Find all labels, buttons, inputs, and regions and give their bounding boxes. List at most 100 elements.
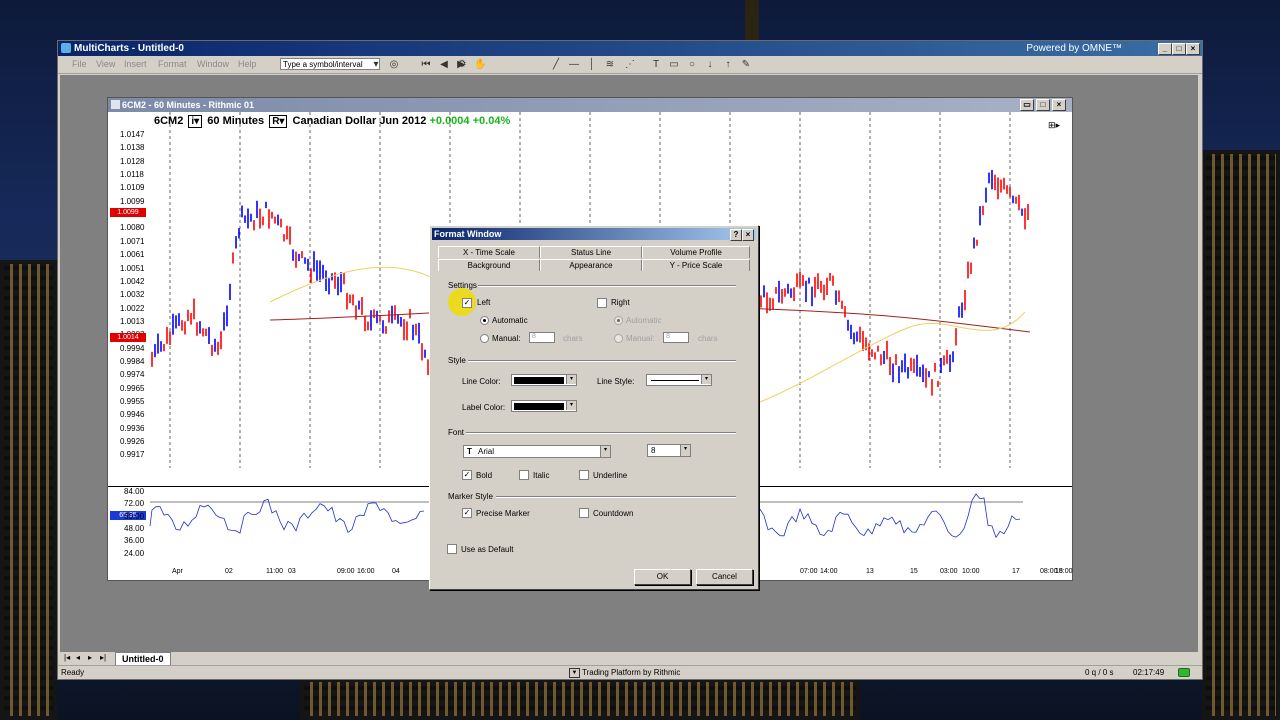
tab-nav-last-icon[interactable]: ▸|: [100, 653, 106, 662]
italic-checkbox[interactable]: [519, 470, 529, 480]
cancel-button[interactable]: Cancel: [696, 569, 753, 585]
time-tick-label: 02: [225, 568, 233, 575]
maximize-button[interactable]: □: [1172, 43, 1186, 55]
price-marker-top: 1.0099: [110, 208, 146, 217]
menu-view[interactable]: View: [96, 59, 115, 69]
tab-nav-next-icon[interactable]: ▸: [88, 653, 92, 662]
right-chars-input[interactable]: 8: [663, 332, 689, 343]
ok-button[interactable]: OK: [634, 569, 691, 585]
dialog-help-button[interactable]: ?: [730, 229, 742, 241]
style-separator: [468, 360, 736, 362]
time-tick-label: 13: [866, 568, 874, 575]
background-building: [0, 260, 57, 720]
price-tick-label: 0.9994: [120, 343, 145, 353]
line-color-select[interactable]: ▾: [511, 374, 577, 386]
background-building: [300, 678, 860, 720]
chart-restore-button[interactable]: ▭: [1020, 99, 1034, 111]
price-tick-label: 1.0032: [120, 290, 145, 300]
symbol-dropdown-icon[interactable]: ▾: [370, 59, 382, 71]
time-tick-label: 07:00: [800, 568, 818, 575]
label-color-label: Label Color:: [462, 403, 506, 412]
rectangle-icon[interactable]: ▭: [668, 59, 680, 71]
camera-icon[interactable]: ⚙: [456, 59, 468, 71]
left-checkbox[interactable]: ✓: [462, 298, 472, 308]
vertical-line-icon[interactable]: │: [586, 59, 598, 71]
price-tick-label: 1.0022: [120, 303, 145, 313]
tab-x-time-scale[interactable]: X - Time Scale: [438, 246, 540, 258]
hand-icon[interactable]: ✋: [474, 59, 486, 71]
left-automatic-radio[interactable]: [480, 316, 489, 325]
right-automatic-radio[interactable]: [614, 316, 623, 325]
rewind-icon[interactable]: ⏮: [420, 59, 432, 71]
price-tick-label: 1.0042: [120, 276, 145, 286]
use-as-default-checkbox[interactable]: [447, 544, 457, 554]
line-style-select[interactable]: ▾: [646, 374, 712, 386]
font-section-label: Font: [448, 428, 465, 437]
chart-maximize-button[interactable]: □: [1036, 99, 1050, 111]
precise-marker-checkbox[interactable]: ✓: [462, 508, 472, 518]
price-tick-label: 1.0128: [120, 156, 145, 166]
tab-status-line[interactable]: Status Line: [540, 246, 642, 258]
window-title: MultiCharts - Untitled-0: [74, 43, 184, 54]
left-chars-input[interactable]: 8: [529, 332, 555, 343]
style-section-label: Style: [448, 356, 466, 365]
time-tick-label: 09:00: [337, 568, 355, 575]
tab-nav-first-icon[interactable]: |◂: [64, 653, 70, 662]
chart-icon: [111, 100, 120, 109]
fibonacci-icon[interactable]: ≋: [604, 59, 616, 71]
tab-y-price-scale[interactable]: Y - Price Scale: [642, 259, 750, 271]
text-icon[interactable]: T: [650, 59, 662, 71]
font-size-select[interactable]: 8 ▾: [647, 444, 691, 457]
left-label: Left: [477, 298, 491, 307]
globe-icon[interactable]: ◎: [388, 59, 400, 71]
menu-file[interactable]: File: [72, 59, 87, 69]
dialog-close-button[interactable]: ×: [742, 229, 754, 241]
font-name-select[interactable]: T Arial ▾: [463, 445, 611, 458]
right-manual-radio[interactable]: [614, 334, 623, 343]
tab-volume-profile[interactable]: Volume Profile: [642, 246, 750, 258]
tab-background[interactable]: Background: [438, 259, 540, 271]
paint-icon[interactable]: ✎: [740, 59, 752, 71]
countdown-checkbox[interactable]: [579, 508, 589, 518]
menu-toolbar: File View Insert Format Window Help Type…: [58, 57, 1202, 74]
background-building: [1202, 150, 1280, 720]
chevron-down-icon: ▾: [600, 446, 610, 457]
price-tick-label: 1.0071: [120, 236, 145, 246]
bold-checkbox[interactable]: ✓: [462, 470, 472, 480]
workspace-tab[interactable]: Untitled-0: [115, 652, 171, 666]
tab-appearance[interactable]: Appearance: [540, 259, 642, 271]
minimize-button[interactable]: _: [1158, 43, 1172, 55]
left-manual-radio[interactable]: [480, 334, 489, 343]
ellipse-icon[interactable]: ○: [686, 59, 698, 71]
label-color-select[interactable]: ▾: [511, 400, 577, 412]
price-tick-label: 0.9946: [120, 410, 145, 420]
time-tick-label: 10:00: [962, 568, 980, 575]
menu-help[interactable]: Help: [238, 59, 257, 69]
left-chars-label: chars: [563, 334, 583, 343]
bold-label: Bold: [476, 471, 493, 480]
menu-insert[interactable]: Insert: [124, 59, 147, 69]
trendline-icon[interactable]: ╱: [550, 59, 562, 71]
gann-icon[interactable]: ⋰: [624, 59, 636, 71]
close-button[interactable]: ×: [1186, 43, 1200, 55]
right-manual-label: Manual:: [626, 334, 655, 343]
horizontal-line-icon[interactable]: ―: [568, 59, 580, 71]
symbol-input[interactable]: Type a symbol/interval: [280, 58, 380, 70]
tab-nav-prev-icon[interactable]: ◂: [76, 653, 80, 662]
price-tick-label: 1.0080: [120, 223, 145, 233]
price-tick-label: 1.0099: [120, 196, 145, 206]
menu-window[interactable]: Window: [197, 59, 229, 69]
right-checkbox[interactable]: [597, 298, 607, 308]
time-tick-label: 03: [288, 568, 296, 575]
right-automatic-label: Automatic: [626, 316, 662, 325]
chart-close-button[interactable]: ×: [1052, 99, 1066, 111]
osc-tick-label: 36.00: [124, 536, 145, 546]
arrow-up-icon[interactable]: ↑: [722, 59, 734, 71]
right-chars-label: chars: [698, 334, 718, 343]
menu-format[interactable]: Format: [158, 59, 187, 69]
arrow-down-icon[interactable]: ↓: [704, 59, 716, 71]
underline-checkbox[interactable]: [579, 470, 589, 480]
price-tick-label: 0.9984: [120, 356, 145, 366]
back-icon[interactable]: ◀: [438, 59, 450, 71]
line-color-label: Line Color:: [462, 377, 501, 386]
